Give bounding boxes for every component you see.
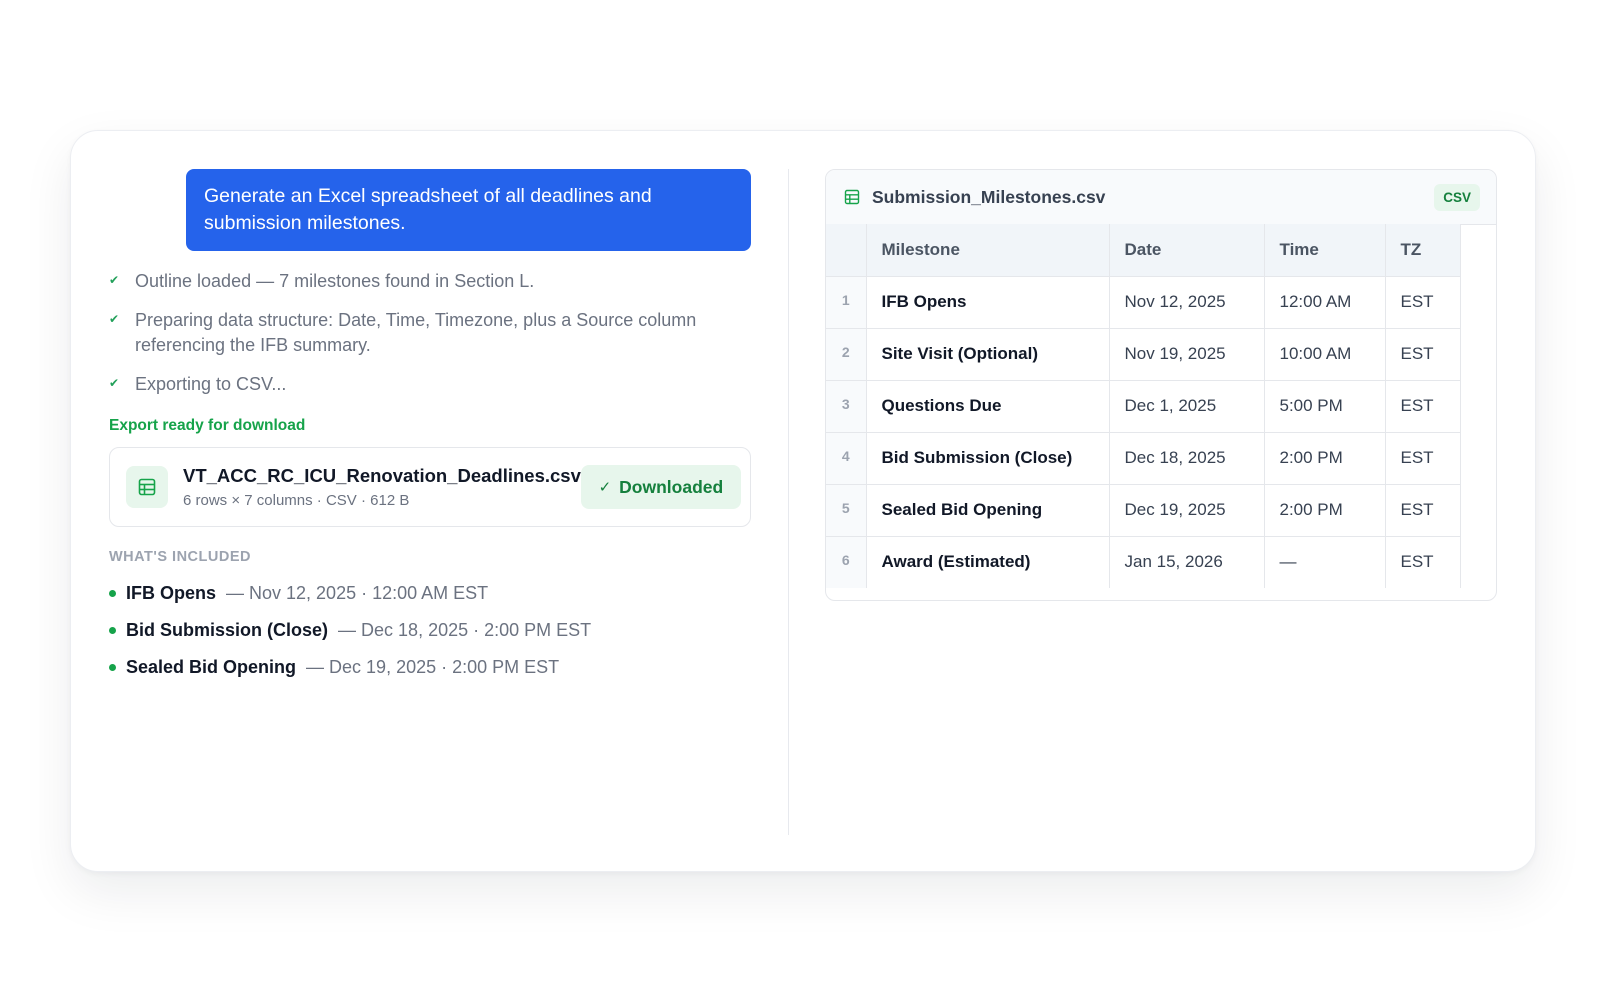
cell-date[interactable]: Nov 19, 2025 (1109, 328, 1265, 381)
cell-tz[interactable]: EST (1385, 328, 1461, 381)
item-name: Bid Submission (Close) (126, 620, 329, 640)
spreadsheet-icon (844, 189, 860, 205)
step-text: Exporting to CSV... (135, 374, 287, 394)
step-item: ✔ Exporting to CSV... (109, 372, 751, 397)
export-ready-label: Export ready for download (109, 417, 306, 434)
list-item: IFB Opens — Nov 12, 2025 · 12:00 AM EST (109, 575, 751, 612)
table-row[interactable]: 5 Sealed Bid Opening Dec 19, 2025 2:00 P… (826, 484, 1461, 537)
cell-milestone[interactable]: Site Visit (Optional) (866, 328, 1110, 381)
milestones-table: Milestone Date Time TZ 1 IFB Opens Nov 1… (826, 224, 1461, 588)
row-number: 4 (826, 432, 867, 485)
column-header[interactable]: Date (1109, 224, 1265, 277)
row-number: 1 (826, 276, 867, 329)
cell-tz[interactable]: EST (1385, 536, 1461, 588)
step-text: Preparing data structure: Date, Time, Ti… (135, 310, 697, 355)
cell-date[interactable]: Nov 12, 2025 (1109, 276, 1265, 329)
file-attachment[interactable]: VT_ACC_RC_ICU_Renovation_Deadlines.csv 6… (109, 447, 751, 527)
file-name: VT_ACC_RC_ICU_Renovation_Deadlines.csv (183, 465, 581, 486)
file-info: VT_ACC_RC_ICU_Renovation_Deadlines.csv 6… (183, 465, 581, 509)
check-icon: ✔ (109, 273, 120, 287)
table-row[interactable]: 1 IFB Opens Nov 12, 2025 12:00 AM EST (826, 276, 1461, 329)
row-number-header (826, 224, 867, 277)
spreadsheet-icon (126, 466, 168, 508)
preview-filename: Submission_Milestones.csv (872, 186, 1106, 207)
item-detail: — Dec 19, 2025 · 2:00 PM EST (306, 657, 560, 677)
user-message: Generate an Excel spreadsheet of all dea… (186, 169, 751, 251)
file-type-badge: CSV (1434, 183, 1480, 211)
bullet-icon (109, 664, 116, 671)
row-number: 3 (826, 380, 867, 433)
cell-date[interactable]: Dec 19, 2025 (1109, 484, 1265, 537)
cell-date[interactable]: Jan 15, 2026 (1109, 536, 1265, 588)
cell-time[interactable]: 10:00 AM (1264, 328, 1386, 381)
check-icon: ✔ (109, 376, 120, 390)
table-header-row: Milestone Date Time TZ (826, 224, 1461, 277)
cell-time[interactable]: 12:00 AM (1264, 276, 1386, 329)
column-header[interactable]: Time (1264, 224, 1386, 277)
downloaded-button[interactable]: ✓ Downloaded (580, 465, 741, 509)
item-name: Sealed Bid Opening (126, 657, 297, 677)
list-item: Sealed Bid Opening — Dec 19, 2025 · 2:00… (109, 649, 751, 686)
table-row[interactable]: 4 Bid Submission (Close) Dec 18, 2025 2:… (826, 432, 1461, 485)
table-row[interactable]: 3 Questions Due Dec 1, 2025 5:00 PM EST (826, 380, 1461, 433)
cell-milestone[interactable]: Questions Due (866, 380, 1110, 433)
cell-date[interactable]: Dec 1, 2025 (1109, 380, 1265, 433)
cell-date[interactable]: Dec 18, 2025 (1109, 432, 1265, 485)
cell-tz[interactable]: EST (1385, 380, 1461, 433)
item-name: IFB Opens (126, 583, 217, 603)
file-meta: 6 rows × 7 columns · CSV · 612 B (183, 492, 410, 509)
csv-preview-panel: Submission_Milestones.csv CSV Milestone … (825, 169, 1497, 601)
cell-tz[interactable]: EST (1385, 484, 1461, 537)
table-row[interactable]: 6 Award (Estimated) Jan 15, 2026 — EST (826, 536, 1461, 588)
included-heading: WHAT'S INCLUDED (109, 549, 251, 565)
column-header[interactable]: TZ (1385, 224, 1461, 277)
bullet-icon (109, 590, 116, 597)
cell-time[interactable]: — (1264, 536, 1386, 588)
cell-tz[interactable]: EST (1385, 276, 1461, 329)
step-text: Outline loaded — 7 milestones found in S… (135, 271, 535, 291)
column-header[interactable]: Milestone (866, 224, 1110, 277)
item-detail: — Dec 18, 2025 · 2:00 PM EST (338, 620, 592, 640)
check-icon: ✓ (598, 479, 612, 496)
list-item: Bid Submission (Close) — Dec 18, 2025 · … (109, 612, 751, 649)
column-divider (788, 169, 789, 835)
cell-time[interactable]: 2:00 PM (1264, 432, 1386, 485)
cell-milestone[interactable]: Bid Submission (Close) (866, 432, 1110, 485)
cell-milestone[interactable]: Award (Estimated) (866, 536, 1110, 588)
included-list: IFB Opens — Nov 12, 2025 · 12:00 AM EST … (109, 575, 751, 686)
row-number: 5 (826, 484, 867, 537)
check-icon: ✔ (109, 312, 120, 326)
chat-column: Generate an Excel spreadsheet of all dea… (109, 169, 751, 686)
row-number: 2 (826, 328, 867, 381)
cell-milestone[interactable]: Sealed Bid Opening (866, 484, 1110, 537)
preview-header: Submission_Milestones.csv CSV (826, 170, 1496, 225)
cell-milestone[interactable]: IFB Opens (866, 276, 1110, 329)
downloaded-label: Downloaded (619, 476, 724, 497)
step-item: ✔ Outline loaded — 7 milestones found in… (109, 269, 751, 294)
chat-card: Generate an Excel spreadsheet of all dea… (70, 130, 1536, 872)
cell-tz[interactable]: EST (1385, 432, 1461, 485)
row-number: 6 (826, 536, 867, 588)
cell-time[interactable]: 2:00 PM (1264, 484, 1386, 537)
bullet-icon (109, 627, 116, 634)
table-row[interactable]: 2 Site Visit (Optional) Nov 19, 2025 10:… (826, 328, 1461, 381)
cell-time[interactable]: 5:00 PM (1264, 380, 1386, 433)
step-item: ✔ Preparing data structure: Date, Time, … (109, 308, 751, 358)
progress-steps: ✔ Outline loaded — 7 milestones found in… (109, 269, 751, 397)
item-detail: — Nov 12, 2025 · 12:00 AM EST (226, 583, 489, 603)
